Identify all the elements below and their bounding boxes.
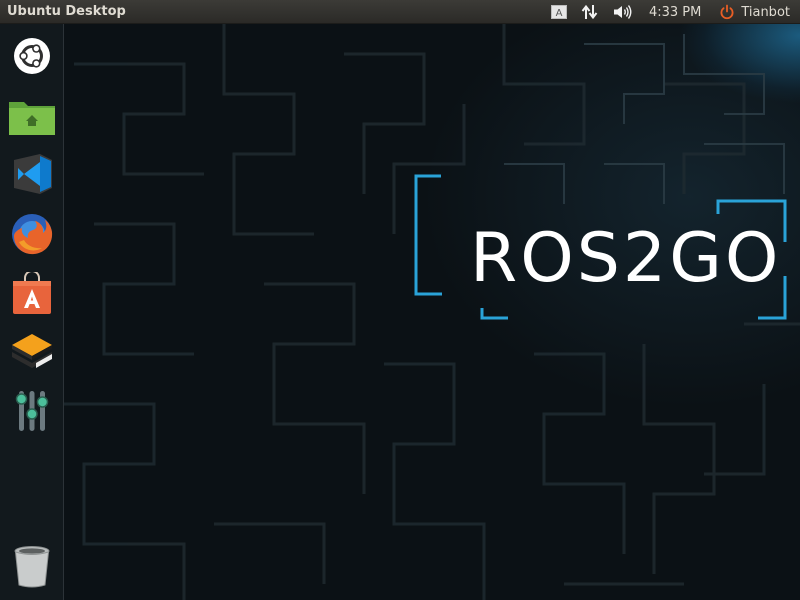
network-indicator[interactable] <box>581 4 599 20</box>
home-folder-icon <box>9 102 55 135</box>
keyboard-icon: A <box>550 5 567 19</box>
power-icon <box>720 4 734 20</box>
launcher <box>0 24 64 600</box>
keyboard-indicator-label: A <box>556 8 563 19</box>
speaker-icon <box>613 5 632 19</box>
sliders-icon <box>15 391 49 431</box>
logo-text: ROS2GO <box>470 219 782 298</box>
user-name[interactable]: Tianbot <box>741 5 790 20</box>
launcher-firefox[interactable] <box>8 210 56 258</box>
vscode-icon <box>14 154 52 194</box>
firefox-icon <box>12 214 53 255</box>
panel-title[interactable]: Ubuntu Desktop <box>7 4 126 19</box>
ros2go-logo: ROS2GO <box>414 199 786 321</box>
trash-icon <box>14 546 50 588</box>
power-indicator[interactable] <box>719 4 735 20</box>
clock[interactable]: 4:33 PM <box>649 5 701 20</box>
launcher-software-center[interactable] <box>8 270 56 318</box>
launcher-home-folder[interactable] <box>8 92 56 140</box>
launcher-settings[interactable] <box>8 386 56 434</box>
launcher-dash-button[interactable] <box>8 32 56 80</box>
software-center-icon <box>13 272 51 314</box>
volume-indicator[interactable] <box>613 4 633 20</box>
network-arrows-icon <box>581 4 598 20</box>
top-panel: Ubuntu Desktop A 4:33 PM Tianbot <box>0 0 800 24</box>
ubuntu-logo-icon <box>14 38 50 74</box>
desktop-wallpaper: ROS2GO <box>64 24 800 600</box>
launcher-trash[interactable] <box>8 542 56 590</box>
launcher-layered-app[interactable] <box>8 328 56 376</box>
layered-box-icon <box>12 334 52 368</box>
launcher-vscode[interactable] <box>8 150 56 198</box>
keyboard-indicator[interactable]: A <box>550 5 567 19</box>
indicator-area: A 4:33 PM Tianbot <box>550 0 800 24</box>
